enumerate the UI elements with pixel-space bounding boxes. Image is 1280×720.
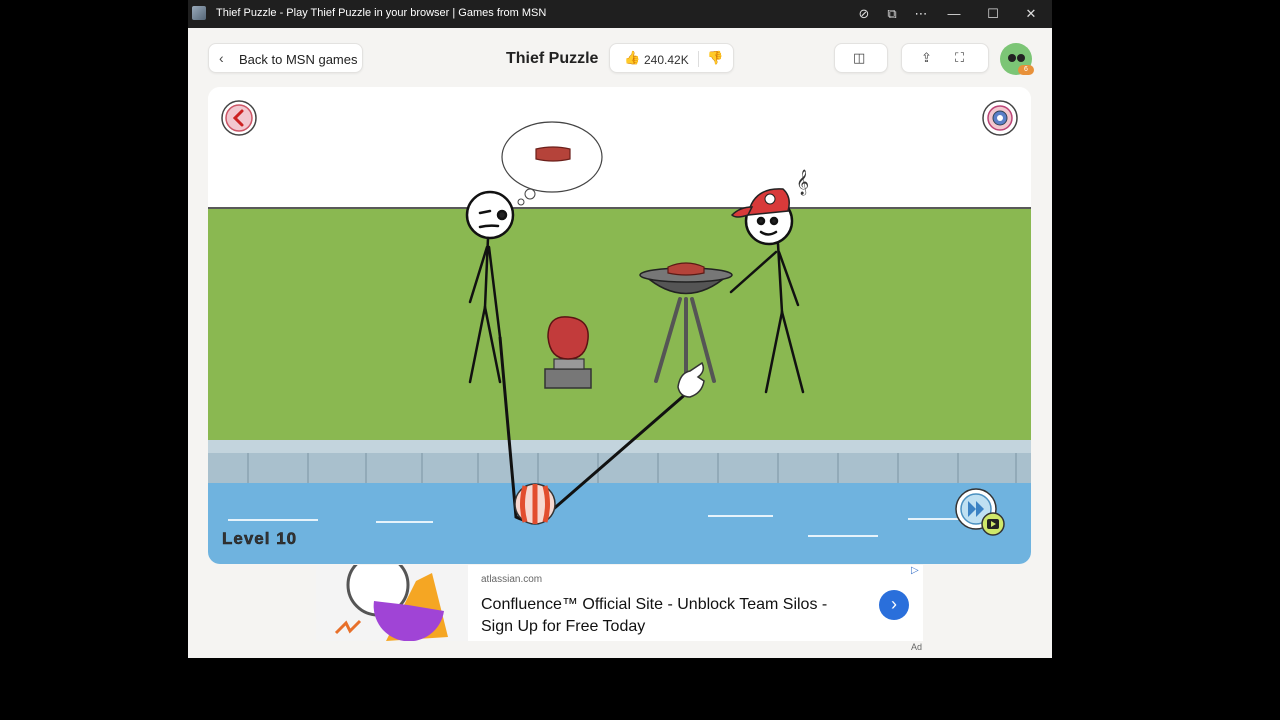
game-scene: 𝄞 [208, 87, 1031, 564]
ad-headline[interactable]: Confluence™ Official Site - Unblock Team… [481, 594, 861, 638]
browser-window: Thief Puzzle - Play Thief Puzzle in your… [188, 0, 1052, 658]
app-icon [192, 6, 206, 20]
settings-gear-icon[interactable] [982, 100, 1018, 136]
share-icon[interactable]: ⇪ [921, 50, 932, 66]
avatar-eye [1008, 54, 1016, 62]
sidebar-toggle-button[interactable]: ◫ [834, 43, 888, 73]
maximize-button[interactable]: ☐ [983, 4, 1003, 24]
title-bar: Thief Puzzle - Play Thief Puzzle in your… [188, 0, 1052, 28]
cast-icon[interactable]: ⧉ [882, 4, 902, 24]
close-button[interactable]: ✕ [1021, 4, 1041, 24]
ad-image [316, 565, 468, 641]
chevron-left-icon: ‹ [219, 50, 224, 66]
fullscreen-icon[interactable]: ⛶ [955, 50, 964, 66]
page-content: ‹ Back to MSN games Thief Puzzle 👍 240.4… [188, 28, 1052, 658]
game-back-icon[interactable] [221, 100, 257, 136]
more-options-icon[interactable]: ⋯ [911, 4, 931, 24]
game-canvas[interactable]: 𝄞 Level 10 [208, 87, 1031, 564]
sky [208, 87, 1031, 208]
like-count: 240.42K [644, 53, 689, 67]
back-button-label: Back to MSN games [239, 52, 358, 67]
minimize-button[interactable]: — [944, 4, 964, 24]
chevron-right-icon[interactable]: › [879, 590, 909, 620]
beach-ball [514, 483, 556, 525]
level-label: Level 10 [222, 529, 298, 549]
ad-banner[interactable]: atlassian.com Confluence™ Official Site … [316, 565, 923, 641]
no-camera-icon[interactable]: ⊘ [854, 4, 874, 24]
rating-pill: 👍 240.42K 👎 [609, 43, 734, 73]
water [208, 483, 1031, 564]
window-title: Thief Puzzle - Play Thief Puzzle in your… [216, 7, 547, 19]
grass [208, 209, 1031, 440]
panel-icon: ◫ [853, 50, 866, 65]
avatar-badge: 6 [1018, 65, 1034, 75]
page-title: Thief Puzzle [506, 50, 599, 67]
music-note-icon: 𝄞 [796, 169, 809, 195]
divider [698, 51, 699, 67]
ad-choices-icon[interactable]: ▷ [911, 565, 919, 576]
thumbs-down-icon[interactable]: 👎 [707, 50, 723, 66]
thumbs-up-icon[interactable]: 👍 [624, 50, 640, 66]
ad-domain: atlassian.com [481, 574, 543, 585]
avatar[interactable]: 6 [1000, 43, 1034, 75]
ad-label: Ad [911, 642, 923, 652]
back-to-games-button[interactable]: ‹ Back to MSN games [208, 43, 363, 73]
share-fullscreen-group: ⇪ ⛶ [901, 43, 989, 73]
avatar-eye [1017, 54, 1025, 62]
